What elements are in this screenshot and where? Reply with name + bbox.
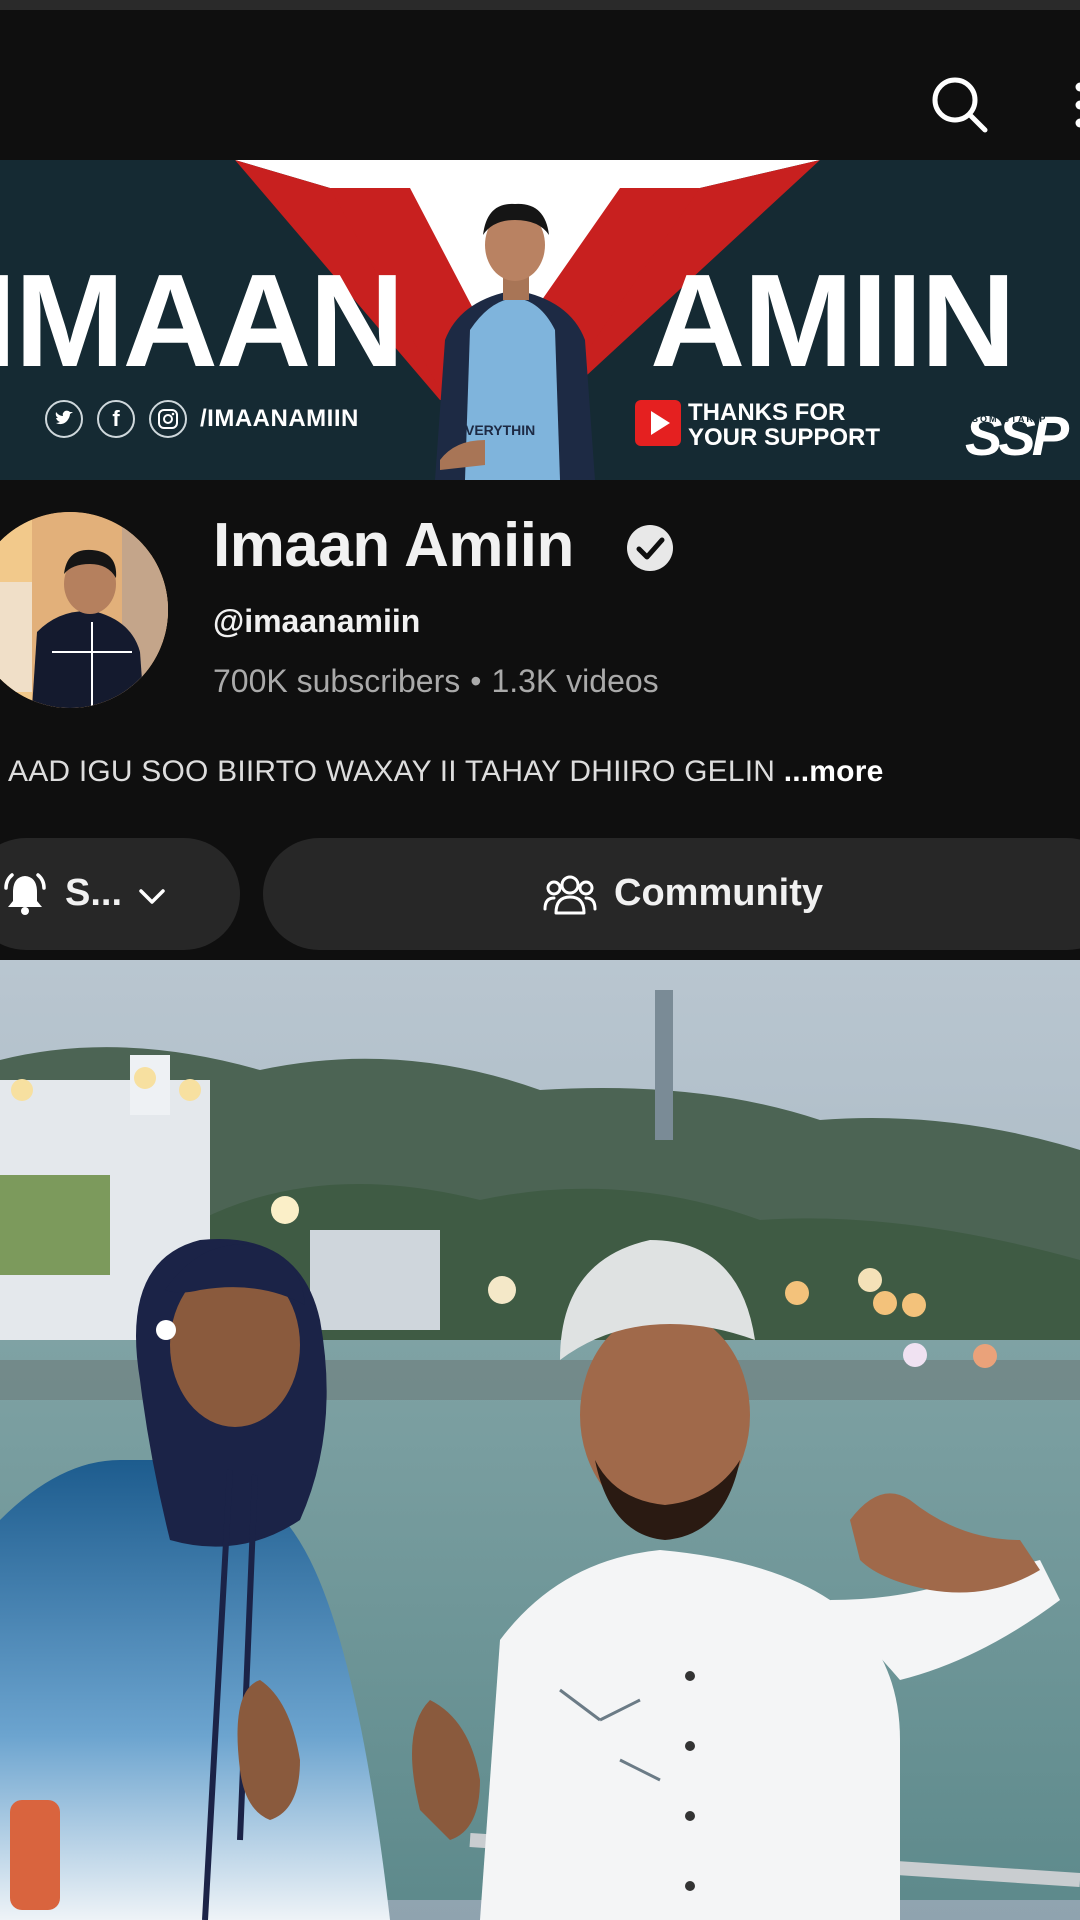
banner-title-right: AMIIN	[650, 247, 1016, 394]
subscriber-count: 700K subscribers	[213, 663, 461, 699]
channel-description-text: AAD IGU SOO BIIRTO WAXAY II TAHAY DHIIRO…	[8, 755, 776, 788]
thumbnail-photo	[0, 960, 1080, 1920]
stats-separator: •	[470, 663, 482, 699]
more-vertical-icon	[1075, 82, 1080, 128]
ssp-logo-subtext: SOM STAR P	[972, 414, 1048, 424]
channel-description[interactable]: AAD IGU SOO BIIRTO WAXAY II TAHAY DHIIRO…	[8, 755, 883, 789]
twitter-icon	[45, 400, 83, 438]
facebook-icon: f	[97, 400, 135, 438]
instagram-icon	[149, 400, 187, 438]
community-button[interactable]: Community	[263, 838, 1080, 950]
chevron-down-icon	[139, 889, 165, 904]
channel-avatar[interactable]	[0, 512, 168, 708]
search-button[interactable]	[920, 65, 1000, 145]
video-count: 1.3K videos	[491, 663, 659, 699]
community-label: Community	[614, 872, 823, 914]
banner-title-left: IMAAN	[0, 247, 405, 394]
subscribed-button[interactable]: S...	[0, 838, 240, 950]
more-options-button[interactable]	[1060, 65, 1080, 145]
channel-stats: 700K subscribers • 1.3K videos	[213, 663, 659, 700]
search-icon	[932, 77, 988, 133]
verified-check-icon	[627, 525, 673, 571]
channel-handle: @imaanamiin	[213, 603, 421, 639]
people-icon	[543, 875, 597, 915]
banner-shirt-text: VERYTHIN	[465, 422, 536, 438]
channel-name: Imaan Amiin	[213, 511, 574, 580]
subscribed-label: S...	[65, 872, 123, 914]
avatar-photo	[0, 512, 168, 708]
banner-thanks-text: THANKS FOR YOUR SUPPORT	[688, 400, 918, 450]
channel-page: IMAAN AMIIN VERYTHIN f /IMAANAMIIN THANK…	[0, 0, 1080, 1920]
banner-social-handle: /IMAANAMIIN	[200, 405, 359, 432]
banner-thanks-line2: YOUR SUPPORT	[688, 424, 881, 451]
channel-banner: IMAAN AMIIN VERYTHIN f /IMAANAMIIN THANK…	[0, 160, 1080, 480]
top-app-bar	[0, 0, 1080, 160]
description-more-link[interactable]: ...more	[784, 755, 884, 788]
ssp-logo: SSP	[965, 404, 1069, 467]
youtube-logo-icon	[635, 400, 681, 446]
bell-ringing-icon	[4, 873, 46, 915]
banner-thanks-line1: THANKS FOR	[688, 399, 846, 426]
featured-video-thumbnail[interactable]	[0, 960, 1080, 1920]
